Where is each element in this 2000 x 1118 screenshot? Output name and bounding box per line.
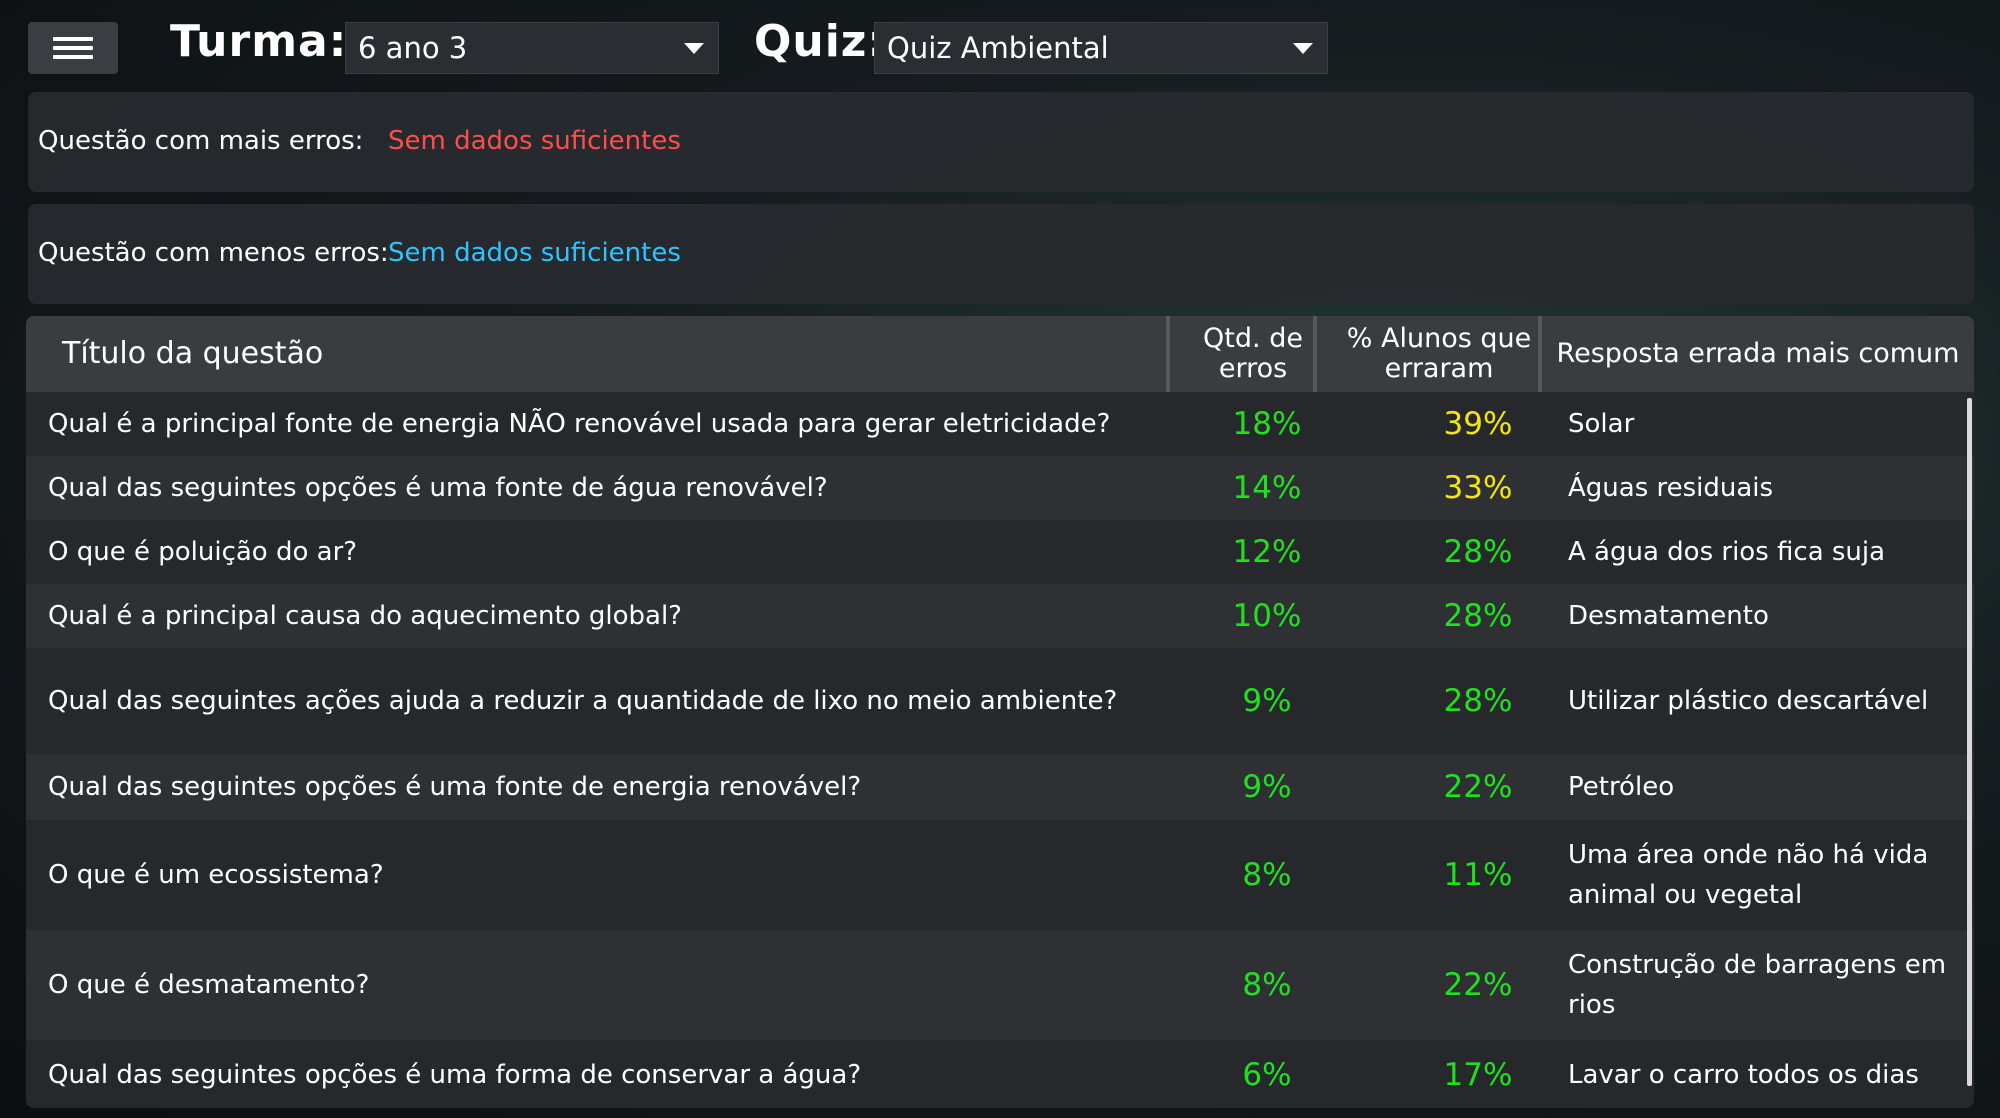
question-title: O que é poluição do ar? [48, 537, 358, 567]
question-title: Qual das seguintes opções é uma forma de… [48, 1060, 862, 1090]
chevron-down-icon [684, 43, 704, 54]
table-row[interactable]: O que é um ecossistema? 8% 11% Uma área ond… [26, 820, 1974, 930]
errors-value: 14% [1232, 470, 1302, 506]
least-errors-value: Sem dados suficientes [388, 238, 681, 268]
header-pct: % Alunos que erraram [1346, 323, 1532, 384]
errors-value: 8% [1242, 857, 1292, 893]
turma-select-value: 6 ano 3 [358, 31, 468, 65]
common-wrong-answer: Águas residuais [1568, 473, 1774, 503]
table-scrollbar[interactable] [1967, 398, 1972, 1086]
common-wrong-answer: Construção de barragens em rios [1568, 950, 1947, 1020]
pct-students-value: 39% [1443, 406, 1513, 442]
pct-students-value: 17% [1443, 1057, 1513, 1093]
table-row[interactable]: O que é desmatamento? 8% 22% Construção de … [26, 930, 1974, 1040]
least-errors-label: Questão com menos erros: [38, 238, 389, 268]
common-wrong-answer: Desmatamento [1568, 601, 1769, 631]
common-wrong-answer: Lavar o carro todos os dias [1568, 1060, 1919, 1090]
table-row[interactable]: Qual das seguintes opções é uma forma de… [26, 1040, 1974, 1108]
common-wrong-answer: Uma área onde não há vida animal ou vege… [1568, 840, 1929, 910]
most-errors-value: Sem dados suficientes [388, 126, 681, 156]
menu-line [53, 46, 93, 50]
errors-value: 9% [1242, 769, 1292, 805]
question-title: Qual das seguintes opções é uma fonte de… [48, 772, 862, 802]
errors-value: 12% [1232, 534, 1302, 570]
common-wrong-answer: Utilizar plástico descartável [1568, 686, 1929, 716]
chevron-down-icon [1293, 43, 1313, 54]
errors-value: 8% [1242, 967, 1292, 1003]
hamburger-menu-icon[interactable] [28, 22, 118, 74]
top-bar: Turma: 6 ano 3 Quiz: Quiz Ambiental [0, 0, 2000, 92]
table-header: Título da questão Qtd. de erros % Alunos… [26, 316, 1974, 392]
table-row[interactable]: O que é poluição do ar? 12% 28% A água dos … [26, 520, 1974, 584]
table-row[interactable]: Qual das seguintes opções é uma fonte de… [26, 456, 1974, 520]
quiz-label: Quiz: [754, 16, 887, 67]
turma-label: Turma: [170, 16, 348, 67]
pct-students-value: 33% [1443, 470, 1513, 506]
question-title: Qual das seguintes opções é uma fonte de… [48, 473, 828, 503]
common-wrong-answer: A água dos rios fica suja [1568, 537, 1886, 567]
most-errors-label: Questão com mais erros: [38, 126, 364, 156]
common-wrong-answer: Petróleo [1568, 772, 1675, 802]
least-errors-panel: Questão com menos erros: Sem dados sufic… [28, 204, 1974, 304]
table-row[interactable]: Qual das seguintes ações ajuda a reduzir… [26, 648, 1974, 754]
errors-value: 6% [1242, 1057, 1292, 1093]
header-errors: Qtd. de erros [1203, 323, 1303, 384]
errors-value: 9% [1242, 683, 1292, 719]
table-row[interactable]: Qual das seguintes opções é uma fonte de… [26, 754, 1974, 820]
question-title: O que é desmatamento? [48, 970, 370, 1000]
pct-students-value: 22% [1443, 769, 1513, 805]
question-title: Qual é a principal fonte de energia NÃO … [48, 409, 1111, 439]
errors-value: 10% [1232, 598, 1302, 634]
pct-students-value: 11% [1443, 857, 1513, 893]
turma-select[interactable]: 6 ano 3 [345, 22, 719, 74]
quiz-select-value: Quiz Ambiental [887, 31, 1109, 65]
most-errors-panel: Questão com mais erros: Sem dados sufici… [28, 92, 1974, 192]
header-title: Título da questão [62, 336, 324, 371]
menu-line [53, 37, 93, 41]
questions-table: Título da questão Qtd. de erros % Alunos… [26, 316, 1974, 1108]
pct-students-value: 28% [1443, 534, 1513, 570]
table-row[interactable]: Qual é a principal causa do aquecimento … [26, 584, 1974, 648]
pct-students-value: 22% [1443, 967, 1513, 1003]
table-row[interactable]: Qual é a principal fonte de energia NÃO … [26, 392, 1974, 456]
pct-students-value: 28% [1443, 683, 1513, 719]
menu-line [53, 55, 93, 59]
quiz-select[interactable]: Quiz Ambiental [874, 22, 1328, 74]
question-title: Qual das seguintes ações ajuda a reduzir… [48, 686, 1118, 716]
question-title: O que é um ecossistema? [48, 860, 384, 890]
question-title: Qual é a principal causa do aquecimento … [48, 601, 682, 631]
pct-students-value: 28% [1443, 598, 1513, 634]
header-answer: Resposta errada mais comum [1556, 338, 1960, 369]
header-divider [1313, 316, 1317, 392]
common-wrong-answer: Solar [1568, 409, 1635, 439]
errors-value: 18% [1232, 406, 1302, 442]
